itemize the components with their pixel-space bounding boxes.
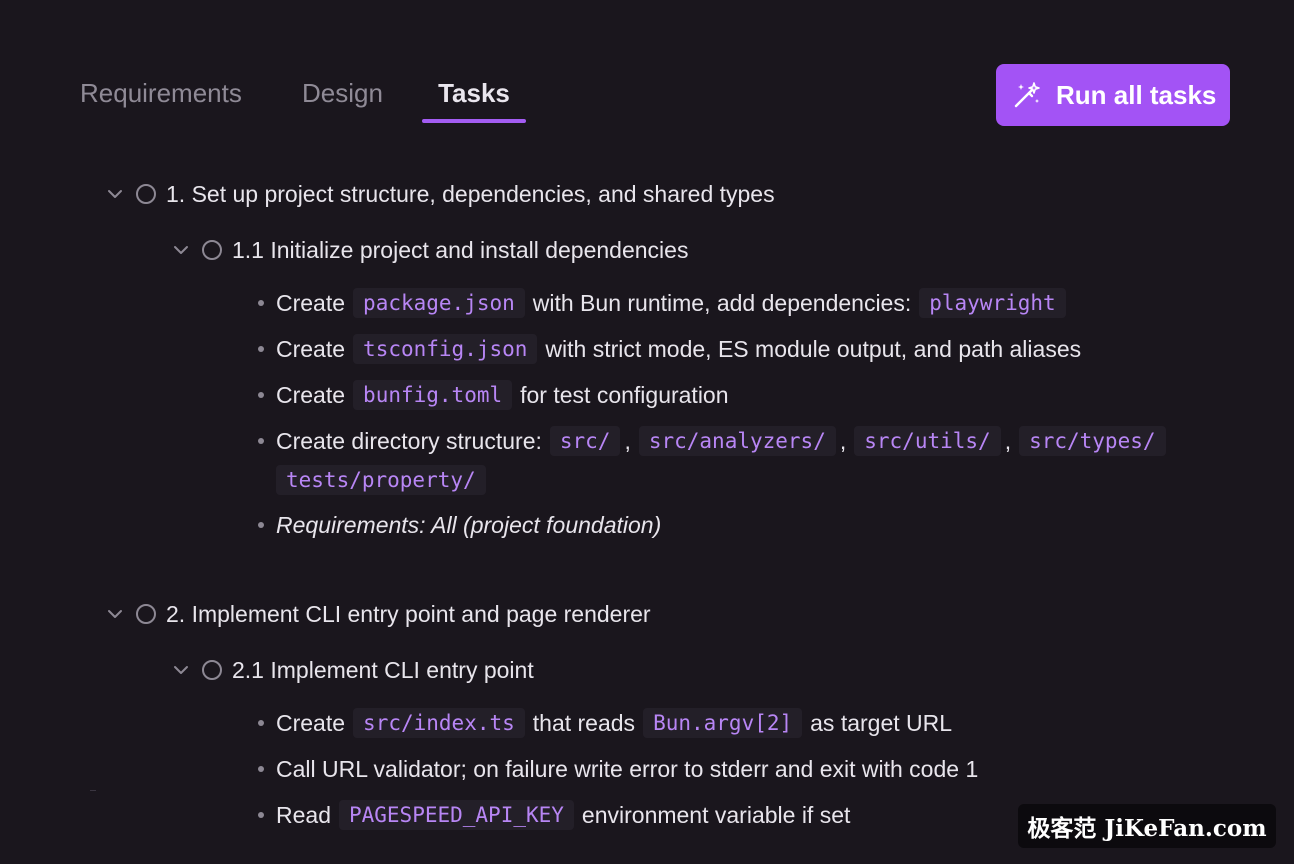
- bullet-text: that reads: [532, 709, 636, 736]
- chevron-down-icon[interactable]: [172, 241, 190, 259]
- bullet-dot: [258, 720, 264, 726]
- tab-requirements[interactable]: Requirements: [80, 62, 242, 122]
- task-title: 2. Implement CLI entry point and page re…: [166, 600, 651, 627]
- list-item: Create tsconfig.json with strict mode, E…: [258, 330, 1081, 368]
- inline-code: bunfig.toml: [353, 380, 513, 410]
- chevron-down-icon[interactable]: [106, 185, 124, 203]
- inline-code: tests/property/: [276, 465, 486, 495]
- subtask-status-circle[interactable]: [202, 240, 222, 260]
- subtask-row: 1.1 Initialize project and install depen…: [172, 230, 688, 270]
- run-all-tasks-button[interactable]: Run all tasks: [996, 64, 1230, 126]
- task-title: 1. Set up project structure, dependencie…: [166, 180, 775, 207]
- magic-wand-icon: [1014, 82, 1040, 108]
- subtask-title: 2.1 Implement CLI entry point: [232, 656, 534, 683]
- subtask-status-circle[interactable]: [202, 660, 222, 680]
- list-item: Create src/index.ts that reads Bun.argv[…: [258, 704, 952, 742]
- separator-comma: ,: [624, 427, 631, 454]
- bullet-text: for test configuration: [520, 381, 729, 408]
- list-item: Read PAGESPEED_API_KEY environment varia…: [258, 796, 850, 834]
- inline-code: src/analyzers/: [638, 426, 836, 456]
- list-item: Create directory structure: src/ , src/a…: [258, 422, 1174, 460]
- bullet-text: environment variable if set: [581, 801, 851, 828]
- bullet-dot: [258, 438, 264, 444]
- list-item: Requirements: All (project foundation): [258, 506, 661, 544]
- bullet-text: Create directory structure:: [276, 427, 542, 454]
- inline-code: tsconfig.json: [353, 334, 538, 364]
- task-row: 2. Implement CLI entry point and page re…: [106, 594, 651, 634]
- bullet-dot: [258, 812, 264, 818]
- subtask-title: 1.1 Initialize project and install depen…: [232, 236, 689, 263]
- divider: [90, 790, 96, 791]
- subtask-row: 2.1 Implement CLI entry point: [172, 650, 534, 690]
- inline-code: src/types/: [1019, 426, 1166, 456]
- bullet-text: Call URL validator; on failure write err…: [276, 755, 979, 782]
- bullet-text: Create: [276, 335, 346, 362]
- bullet-text: Create: [276, 709, 346, 736]
- inline-code: src/: [549, 426, 621, 456]
- separator-comma: ,: [839, 427, 847, 454]
- bullet-text: Create: [276, 381, 346, 408]
- bullet-text: with strict mode, ES module output, and …: [545, 335, 1082, 362]
- tab-tasks[interactable]: Tasks: [422, 62, 526, 122]
- task-row: 1. Set up project structure, dependencie…: [106, 174, 775, 214]
- tasks-page: Requirements Design Tasks Run all tasks …: [0, 0, 1294, 864]
- task-status-circle[interactable]: [136, 604, 156, 624]
- run-all-tasks-label: Run all tasks: [1056, 79, 1217, 110]
- bullet-text: Create: [276, 289, 346, 316]
- inline-code: playwright: [919, 288, 1066, 318]
- tab-design[interactable]: Design: [302, 62, 383, 122]
- inline-code: Bun.argv[2]: [643, 708, 803, 738]
- bullet-dot: [258, 300, 264, 306]
- bullet-text: with Bun runtime, add dependencies:: [532, 289, 912, 316]
- active-tab-indicator: [422, 119, 526, 123]
- inline-code: package.json: [353, 288, 525, 318]
- list-item: Create bunfig.toml for test configuratio…: [258, 376, 729, 414]
- separator-comma: ,: [1004, 427, 1012, 454]
- bullet-text: as target URL: [810, 709, 953, 736]
- bullet-dot: [258, 522, 264, 528]
- inline-code: PAGESPEED_API_KEY: [338, 800, 574, 830]
- chevron-down-icon[interactable]: [106, 605, 124, 623]
- list-item-continuation: tests/property/: [276, 461, 494, 499]
- watermark: 极客范 JiKeFan.com: [1018, 804, 1276, 848]
- task-status-circle[interactable]: [136, 184, 156, 204]
- requirements-note: Requirements: All (project foundation): [276, 511, 662, 538]
- bullet-dot: [258, 346, 264, 352]
- inline-code: src/index.ts: [353, 708, 525, 738]
- list-item: Call URL validator; on failure write err…: [258, 750, 978, 788]
- bullet-text: Read: [276, 801, 331, 828]
- list-item: Create package.json with Bun runtime, ad…: [258, 284, 1074, 322]
- bullet-dot: [258, 766, 264, 772]
- bullet-dot: [258, 392, 264, 398]
- chevron-down-icon[interactable]: [172, 661, 190, 679]
- inline-code: src/utils/: [854, 426, 1001, 456]
